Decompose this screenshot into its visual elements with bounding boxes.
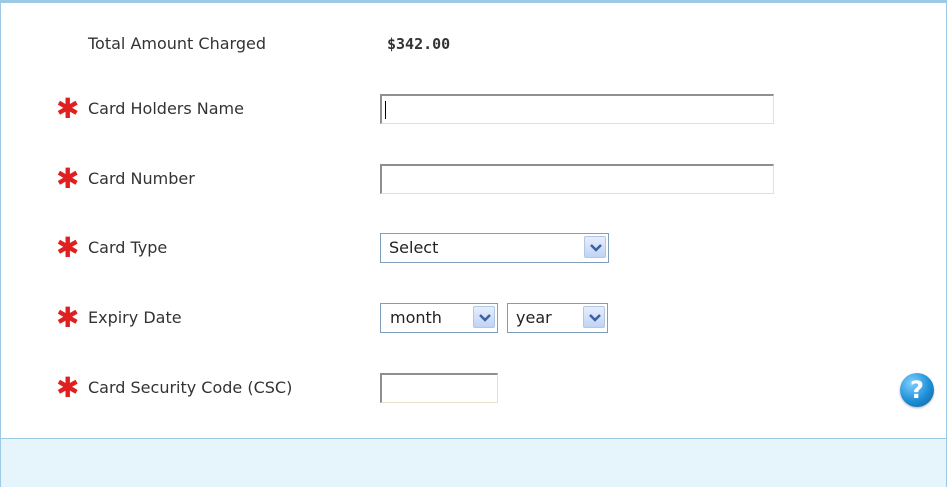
card-holder-name-row: ✱ Card Holders Name (1, 91, 948, 127)
required-asterisk-icon: ✱ (56, 162, 80, 195)
card-number-input[interactable] (380, 164, 774, 194)
required-asterisk-icon: ✱ (56, 92, 80, 125)
question-icon[interactable]: ? (900, 373, 934, 407)
expiry-date-label: Expiry Date (88, 308, 182, 327)
card-holder-name-input[interactable] (380, 94, 774, 124)
expiry-month-select[interactable]: month (380, 303, 498, 333)
expiry-year-selected-value: year (516, 308, 552, 327)
card-type-selected-value: Select (389, 238, 439, 257)
csc-input[interactable] (380, 373, 498, 403)
payment-form-panel: Total Amount Charged $342.00 ✱ Card Hold… (0, 0, 947, 438)
required-asterisk-icon: ✱ (56, 301, 80, 334)
card-type-label: Card Type (88, 238, 168, 257)
card-number-label: Card Number (88, 169, 195, 188)
card-type-row: ✱ Card Type Select (1, 230, 948, 266)
total-amount-label: Total Amount Charged (88, 34, 266, 53)
csc-row: ✱ Card Security Code (CSC) (1, 370, 948, 406)
chevron-down-icon[interactable] (583, 306, 605, 328)
total-amount-row: Total Amount Charged $342.00 (1, 26, 948, 62)
required-asterisk-icon: ✱ (56, 371, 80, 404)
chevron-down-icon[interactable] (584, 236, 606, 258)
expiry-month-selected-value: month (390, 308, 442, 327)
card-number-row: ✱ Card Number (1, 161, 948, 197)
csc-label: Card Security Code (CSC) (88, 378, 293, 397)
expiry-date-row: ✱ Expiry Date month year (1, 300, 948, 336)
card-type-select[interactable]: Select (380, 233, 609, 263)
required-asterisk-icon: ✱ (56, 231, 80, 264)
form-footer-band (0, 438, 947, 487)
text-caret (385, 101, 386, 119)
card-holder-name-label: Card Holders Name (88, 99, 244, 118)
chevron-down-icon[interactable] (473, 306, 495, 328)
total-amount-value: $342.00 (387, 35, 451, 53)
expiry-year-select[interactable]: year (507, 303, 608, 333)
